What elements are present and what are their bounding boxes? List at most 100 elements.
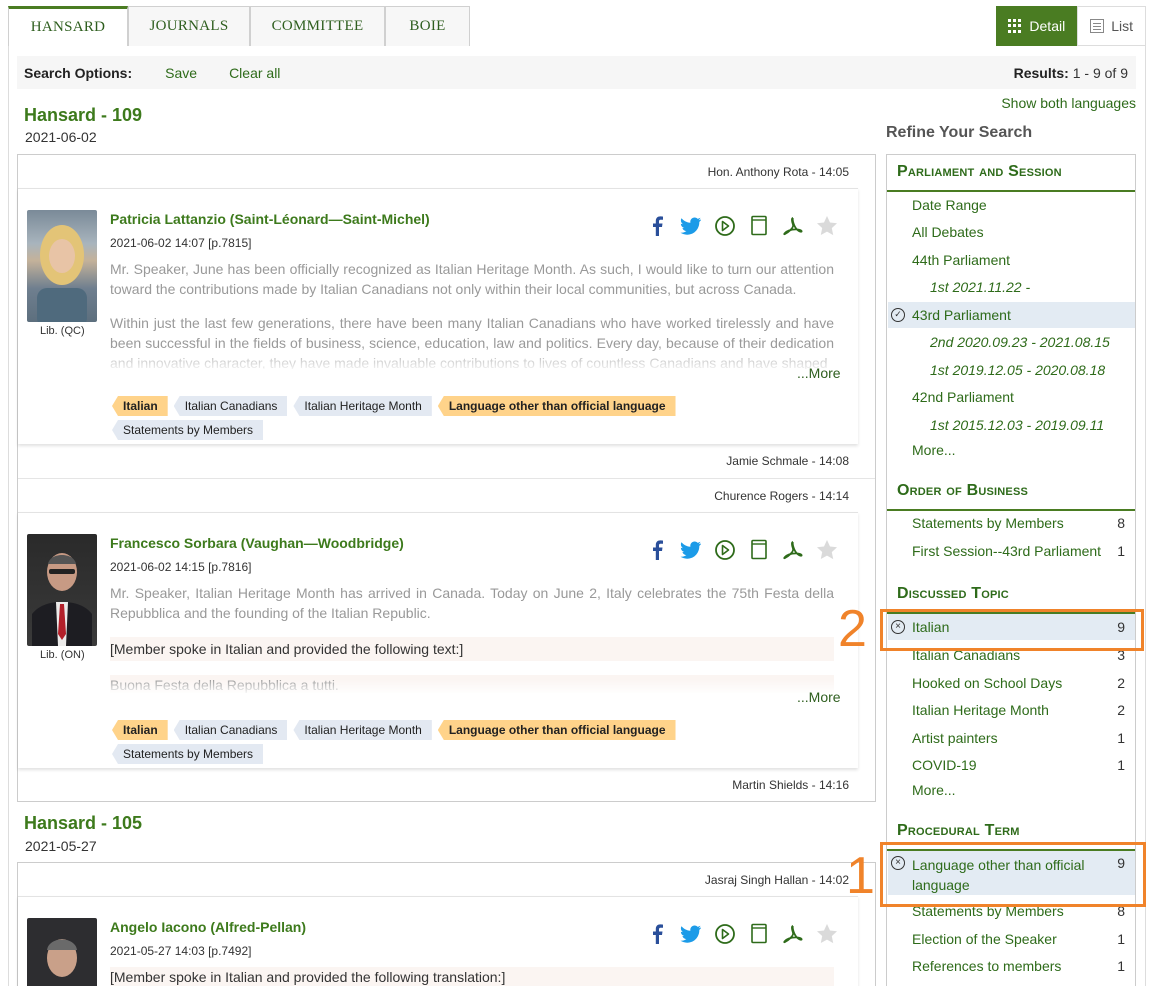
list-view-button[interactable]: List: [1077, 6, 1146, 46]
tab-bar: HANSARD JOURNALS COMMITTEE BOIE: [8, 6, 470, 46]
tag[interactable]: Language other than official language: [437, 396, 676, 416]
book-icon[interactable]: [748, 215, 769, 236]
tag[interactable]: Italian Heritage Month: [293, 720, 432, 740]
grid-icon: [1008, 19, 1022, 33]
member-name[interactable]: Patricia Lattanzio (Saint-Léonard—Saint-…: [110, 211, 430, 227]
results-count: Results: 1 - 9 of 9: [1013, 64, 1128, 81]
filter-count: 1: [1117, 931, 1125, 947]
filter-count: 1: [1117, 730, 1125, 746]
pdf-icon[interactable]: [782, 539, 803, 560]
filter-count: 1: [1117, 757, 1125, 773]
tab-committee[interactable]: COMMITTEE: [250, 6, 385, 46]
tab-boie[interactable]: BOIE: [385, 6, 470, 46]
more-link[interactable]: ...More: [797, 689, 841, 705]
more-link[interactable]: More...: [912, 782, 956, 798]
pdf-icon[interactable]: [782, 923, 803, 944]
twitter-icon[interactable]: [680, 923, 701, 944]
divider: [887, 190, 1135, 192]
filter-session[interactable]: 2nd 2020.09.23 - 2021.08.15: [930, 334, 1110, 350]
filter-session[interactable]: 1st 2015.12.03 - 2019.09.11: [930, 417, 1104, 433]
filter-session[interactable]: 1st 2019.12.05 - 2020.08.18: [930, 362, 1105, 378]
filter-count: 8: [1117, 515, 1125, 531]
search-options-label: Search Options:: [24, 64, 133, 81]
filter-count: 1: [1117, 958, 1125, 974]
favorite-star-icon[interactable]: [816, 539, 837, 560]
intervention-card: Angelo Iacono (Alfred-Pellan) 2021-05-27…: [18, 896, 858, 986]
intervention-text: [Member spoke in Italian and provided th…: [110, 967, 834, 986]
check-circle-icon[interactable]: ✓: [891, 308, 905, 322]
annotation-number-1: 1: [846, 847, 875, 905]
divider: [887, 509, 1135, 511]
speaker-line[interactable]: Hon. Anthony Rota - 14:05: [708, 165, 849, 179]
filter-44th-parliament[interactable]: 44th Parliament: [912, 252, 1010, 268]
tag[interactable]: Statements by Members: [112, 420, 264, 440]
detail-view-button[interactable]: Detail: [996, 6, 1078, 46]
tag[interactable]: Italian Canadians: [173, 720, 288, 740]
tag[interactable]: Italian Canadians: [173, 396, 288, 416]
favorite-star-icon[interactable]: [816, 923, 837, 944]
twitter-icon[interactable]: [680, 539, 701, 560]
member-photo[interactable]: [27, 918, 97, 986]
hansard-box: Jasraj Singh Hallan - 14:02 Angelo Iacon…: [17, 862, 876, 986]
tag-list: Italian Italian Canadians Italian Herita…: [112, 720, 732, 764]
tag[interactable]: Language other than official language: [437, 720, 676, 740]
clear-all-link[interactable]: Clear all: [229, 65, 280, 81]
filter-item[interactable]: COVID-19: [912, 757, 977, 773]
pdf-icon[interactable]: [782, 215, 803, 236]
play-video-icon[interactable]: [714, 539, 735, 560]
annotation-box-2: [880, 609, 1144, 651]
book-icon[interactable]: [748, 923, 769, 944]
filter-all-debates[interactable]: All Debates: [912, 224, 984, 240]
speaker-line[interactable]: Martin Shields - 14:16: [732, 778, 849, 792]
speaker-line[interactable]: Churence Rogers - 14:14: [714, 489, 849, 503]
search-options-bar: Search Options: Save Clear all Results: …: [17, 56, 1136, 89]
paragraph: Mr. Speaker, June has been officially re…: [110, 261, 834, 297]
tab-hansard[interactable]: HANSARD: [8, 6, 128, 46]
section-discussed-topic: Discussed Topic: [897, 585, 1009, 602]
member-name[interactable]: Francesco Sorbara (Vaughan—Woodbridge): [110, 535, 404, 551]
member-photo[interactable]: [27, 210, 97, 322]
hansard-title[interactable]: Hansard - 105: [24, 813, 142, 834]
play-video-icon[interactable]: [714, 215, 735, 236]
facebook-icon[interactable]: [646, 923, 667, 944]
tag[interactable]: Statements by Members: [112, 744, 264, 764]
member-photo[interactable]: [27, 534, 97, 646]
facebook-icon[interactable]: [646, 215, 667, 236]
view-toggle: Detail List: [996, 6, 1146, 46]
paragraph: [Member spoke in Italian and provided th…: [110, 637, 834, 661]
filter-item[interactable]: References to members: [912, 958, 1061, 974]
refine-title: Refine Your Search: [886, 124, 1033, 141]
filter-item[interactable]: Statements by Members: [912, 515, 1064, 531]
filter-item[interactable]: Italian Heritage Month: [912, 702, 1049, 718]
play-video-icon[interactable]: [714, 923, 735, 944]
tab-journals[interactable]: JOURNALS: [128, 6, 250, 46]
filter-session[interactable]: 1st 2021.11.22 -: [930, 279, 1030, 295]
filter-count: 1: [1117, 543, 1125, 559]
intervention-meta: 2021-05-27 14:03 [p.7492]: [110, 944, 252, 958]
twitter-icon[interactable]: [680, 215, 701, 236]
member-name[interactable]: Angelo Iacono (Alfred-Pellan): [110, 919, 306, 935]
filter-date-range[interactable]: Date Range: [912, 197, 987, 213]
tag[interactable]: Italian Heritage Month: [293, 396, 432, 416]
hansard-title[interactable]: Hansard - 109: [24, 105, 142, 126]
favorite-star-icon[interactable]: [816, 215, 837, 236]
filter-item[interactable]: Hooked on School Days: [912, 675, 1062, 691]
more-link[interactable]: ...More: [797, 365, 841, 381]
save-link[interactable]: Save: [165, 65, 197, 81]
show-both-languages-link[interactable]: Show both languages: [1001, 95, 1136, 111]
speaker-line[interactable]: Jasraj Singh Hallan - 14:02: [705, 873, 849, 887]
facebook-icon[interactable]: [646, 539, 667, 560]
hansard-box: Hon. Anthony Rota - 14:05 Lib. (QC) Patr…: [17, 154, 876, 802]
filter-item[interactable]: First Session--43rd Parliament: [912, 543, 1101, 559]
filter-43rd-parliament[interactable]: 43rd Parliament: [912, 307, 1011, 323]
member-portrait-icon: [32, 553, 92, 646]
filter-42nd-parliament[interactable]: 42nd Parliament: [912, 389, 1014, 405]
filter-item[interactable]: Election of the Speaker: [912, 931, 1057, 947]
more-link[interactable]: More...: [912, 442, 956, 458]
tag[interactable]: Italian: [112, 720, 168, 740]
filter-item[interactable]: Artist painters: [912, 730, 998, 746]
tag[interactable]: Italian: [112, 396, 168, 416]
intervention-text: Mr. Speaker, Italian Heritage Month has …: [110, 583, 834, 693]
speaker-line[interactable]: Jamie Schmale - 14:08: [726, 454, 849, 468]
book-icon[interactable]: [748, 539, 769, 560]
